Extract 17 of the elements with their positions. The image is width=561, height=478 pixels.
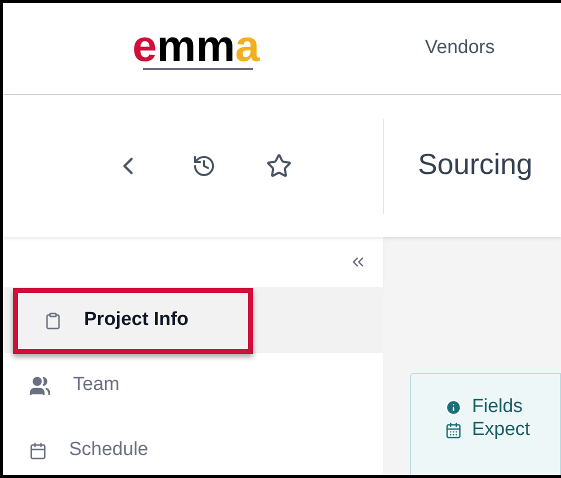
info-icon bbox=[445, 398, 462, 416]
notice-text: Expect bbox=[472, 418, 530, 442]
history-button[interactable] bbox=[192, 154, 216, 178]
notice-text: Fields bbox=[472, 394, 523, 419]
calendar-icon bbox=[29, 442, 47, 460]
logo: emma bbox=[131, 21, 261, 73]
sidebar-item[interactable]: Project Info bbox=[13, 288, 253, 354]
sidebar-item[interactable]: Schedule bbox=[3, 418, 148, 475]
page-title: Sourcing bbox=[418, 148, 532, 184]
star-icon bbox=[266, 153, 292, 179]
favorite-button[interactable] bbox=[266, 153, 292, 179]
calendar-icon bbox=[445, 422, 462, 438]
nav-link[interactable]: Vendors bbox=[383, 3, 537, 94]
clipboard-icon bbox=[44, 312, 62, 330]
sidebar-item[interactable]: Team bbox=[3, 352, 120, 418]
people-icon bbox=[29, 374, 51, 396]
history-icon bbox=[192, 154, 216, 178]
